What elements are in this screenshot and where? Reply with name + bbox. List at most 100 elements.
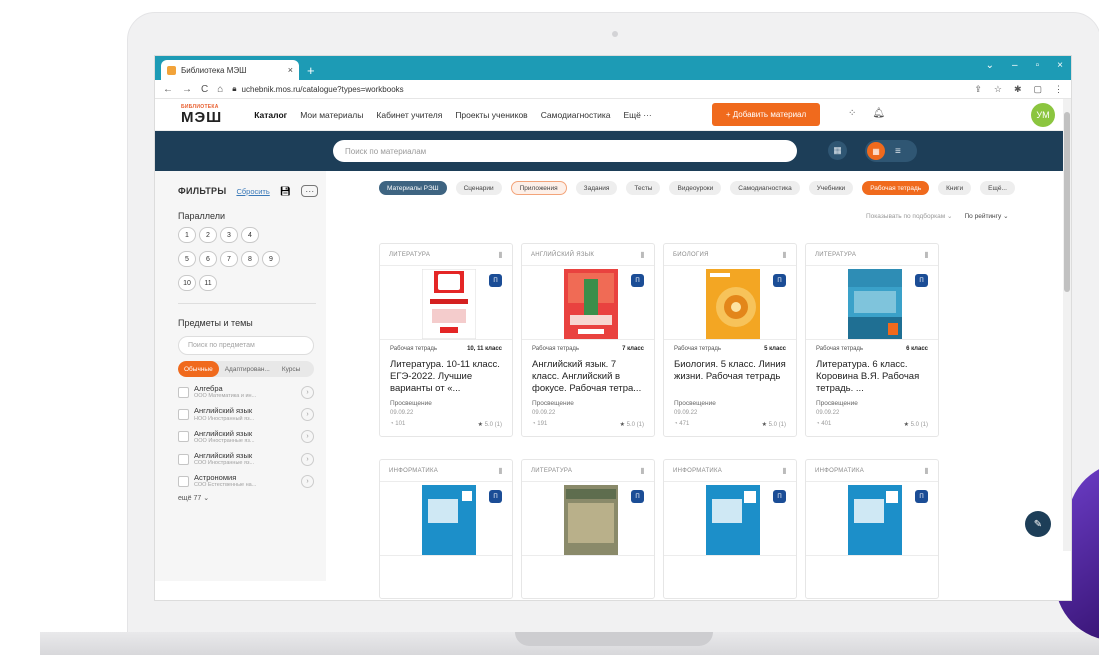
- nav-student-projects[interactable]: Проекты учеников: [455, 110, 527, 120]
- bookmark-star-icon[interactable]: ☆: [994, 84, 1002, 95]
- chip-resh[interactable]: Материалы РЭШ: [379, 181, 447, 195]
- browser-tab[interactable]: Библиотека МЭШ ×: [161, 60, 299, 80]
- chip-textbooks[interactable]: Учебники: [808, 181, 854, 195]
- tab-regular[interactable]: Обычные: [178, 361, 219, 377]
- nav-teacher-cabinet[interactable]: Кабинет учителя: [376, 110, 442, 120]
- card-title[interactable]: Английский язык. 7 класс. Английский в ф…: [532, 359, 644, 395]
- search-input[interactable]: Поиск по материалам: [333, 140, 797, 162]
- grade-chip[interactable]: 2: [199, 227, 217, 243]
- subject-item[interactable]: Английский язык ООО Иностранные яз... ›: [178, 429, 314, 444]
- grade-chip[interactable]: 11: [199, 275, 217, 291]
- grade-chip[interactable]: 7: [220, 251, 238, 267]
- more-options-icon[interactable]: ···: [301, 185, 319, 197]
- chevron-right-icon[interactable]: ›: [301, 385, 314, 399]
- sidepanel-icon[interactable]: ▢: [1033, 84, 1042, 95]
- grade-chip[interactable]: 6: [199, 251, 217, 267]
- tab-search-icon[interactable]: ⌄: [986, 60, 994, 71]
- avatar[interactable]: УМ: [1031, 103, 1055, 127]
- chat-support-button[interactable]: ✎: [1025, 511, 1051, 537]
- bell-icon[interactable]: 🔔︎: [872, 108, 885, 119]
- nav-more[interactable]: Ещё ···: [624, 110, 652, 120]
- material-card[interactable]: БИОЛОГИЯ ▮ П Рабочая тетрадь 5 класс Био…: [663, 243, 797, 437]
- subject-checkbox[interactable]: [178, 408, 189, 420]
- nav-self-diagnostics[interactable]: Самодиагностика: [541, 110, 611, 120]
- bookmark-icon[interactable]: ▮: [924, 466, 929, 475]
- grade-chip[interactable]: 4: [241, 227, 259, 243]
- chevron-right-icon[interactable]: ›: [301, 430, 314, 444]
- maximize-button[interactable]: ▫: [1036, 60, 1040, 71]
- subject-checkbox[interactable]: [178, 453, 189, 465]
- chip-tests[interactable]: Тесты: [626, 181, 661, 195]
- material-card[interactable]: ИНФОРМАТИКА ▮ П: [379, 459, 513, 599]
- subject-item[interactable]: Английский язык СОО Иностранные яз... ›: [178, 451, 314, 466]
- subject-item[interactable]: Алгебра ООО Математика и ин... ›: [178, 384, 314, 399]
- bookmark-icon[interactable]: ▮: [498, 250, 503, 259]
- card-title[interactable]: Литература. 10-11 класс. ЕГЭ-2022. Лучши…: [390, 359, 502, 395]
- more-subjects-link[interactable]: ещё 77 ⌄: [178, 494, 326, 502]
- share-icon[interactable]: ⇪: [974, 84, 982, 95]
- tab-close-icon[interactable]: ×: [288, 65, 293, 75]
- reset-filters-link[interactable]: Сбросить: [236, 187, 269, 196]
- chevron-right-icon[interactable]: ›: [301, 474, 314, 488]
- card-title[interactable]: Литература. 6 класс. Коровина В.Я. Рабоч…: [816, 359, 928, 395]
- minimize-button[interactable]: –: [1012, 60, 1018, 71]
- grade-chip[interactable]: 8: [241, 251, 259, 267]
- apps-grid-icon[interactable]: ⁘: [848, 108, 856, 119]
- chip-scenarios[interactable]: Сценарии: [455, 181, 502, 195]
- sort-by-rating-select[interactable]: По рейтингу ⌄: [965, 212, 1009, 220]
- grade-chip[interactable]: 5: [178, 251, 196, 267]
- subject-checkbox[interactable]: [178, 386, 189, 398]
- list-view-icon[interactable]: ≡: [895, 146, 901, 157]
- grade-chip[interactable]: 3: [220, 227, 238, 243]
- material-card[interactable]: ИНФОРМАТИКА ▮ П: [805, 459, 939, 599]
- subject-item[interactable]: Астрономия СОО Естественные на... ›: [178, 473, 314, 488]
- chevron-right-icon[interactable]: ›: [301, 407, 314, 421]
- bookmark-icon[interactable]: ▮: [640, 250, 645, 259]
- url-field[interactable]: 🔒︎ uchebnik.mos.ru/catalogue?types=workb…: [232, 84, 403, 94]
- close-window-button[interactable]: ×: [1057, 60, 1063, 71]
- grade-chip[interactable]: 9: [262, 251, 280, 267]
- calendar-icon[interactable]: ▦: [828, 141, 847, 160]
- material-card[interactable]: ЛИТЕРАТУРА ▮ П: [379, 243, 513, 437]
- grid-view-icon[interactable]: ▦: [867, 142, 885, 160]
- scrollbar-thumb[interactable]: [1064, 112, 1070, 292]
- site-logo[interactable]: БИБЛИОТЕКА МЭШ: [181, 104, 222, 125]
- back-icon[interactable]: ←: [163, 84, 173, 95]
- new-tab-button[interactable]: +: [307, 63, 315, 78]
- bookmark-icon[interactable]: ▮: [782, 466, 787, 475]
- home-icon[interactable]: ⌂: [217, 84, 223, 95]
- bookmark-icon[interactable]: ▮: [498, 466, 503, 475]
- subject-checkbox[interactable]: [178, 431, 189, 443]
- tab-adapted[interactable]: Адаптирован...: [219, 361, 276, 377]
- extensions-icon[interactable]: ✱: [1014, 84, 1022, 95]
- chip-workbook[interactable]: Рабочая тетрадь: [862, 181, 930, 195]
- bookmark-icon[interactable]: ▮: [924, 250, 929, 259]
- chip-apps[interactable]: Приложения: [510, 181, 567, 195]
- browser-menu-icon[interactable]: ⋮: [1054, 84, 1063, 95]
- save-icon[interactable]: 💾︎: [280, 186, 291, 197]
- nav-my-materials[interactable]: Мои материалы: [300, 110, 363, 120]
- material-card[interactable]: ЛИТЕРАТУРА ▮ П: [521, 459, 655, 599]
- chip-books[interactable]: Книги: [938, 181, 972, 195]
- subject-checkbox[interactable]: [178, 475, 189, 487]
- material-card[interactable]: ЛИТЕРАТУРА ▮ П: [805, 243, 939, 437]
- chip-selfdiag[interactable]: Самодиагностика: [730, 181, 800, 195]
- chip-more[interactable]: Ещё...: [980, 181, 1015, 195]
- grade-chip[interactable]: 10: [178, 275, 196, 291]
- add-material-button[interactable]: + Добавить материал: [712, 103, 820, 126]
- grade-chip[interactable]: 1: [178, 227, 196, 243]
- subject-item[interactable]: Английский язык НОО Иностранный яз... ›: [178, 407, 314, 422]
- chip-tasks[interactable]: Задания: [575, 181, 618, 195]
- material-card[interactable]: АНГЛИЙСКИЙ ЯЗЫК ▮ П Рабочая тетрадь 7 кл…: [521, 243, 655, 437]
- chip-videolessons[interactable]: Видеоуроки: [669, 181, 722, 195]
- bookmark-icon[interactable]: ▮: [640, 466, 645, 475]
- forward-icon[interactable]: →: [182, 84, 192, 95]
- material-card[interactable]: ИНФОРМАТИКА ▮ П: [663, 459, 797, 599]
- subject-search-input[interactable]: Поиск по предметам: [178, 336, 314, 355]
- bookmark-icon[interactable]: ▮: [782, 250, 787, 259]
- reload-icon[interactable]: C: [201, 84, 208, 95]
- card-title[interactable]: Биология. 5 класс. Линия жизни. Рабочая …: [674, 359, 786, 395]
- nav-catalog[interactable]: Каталог: [254, 110, 287, 120]
- group-by-select[interactable]: Показывать по подборкам ⌄: [866, 212, 953, 220]
- tab-courses[interactable]: Курсы: [276, 361, 307, 377]
